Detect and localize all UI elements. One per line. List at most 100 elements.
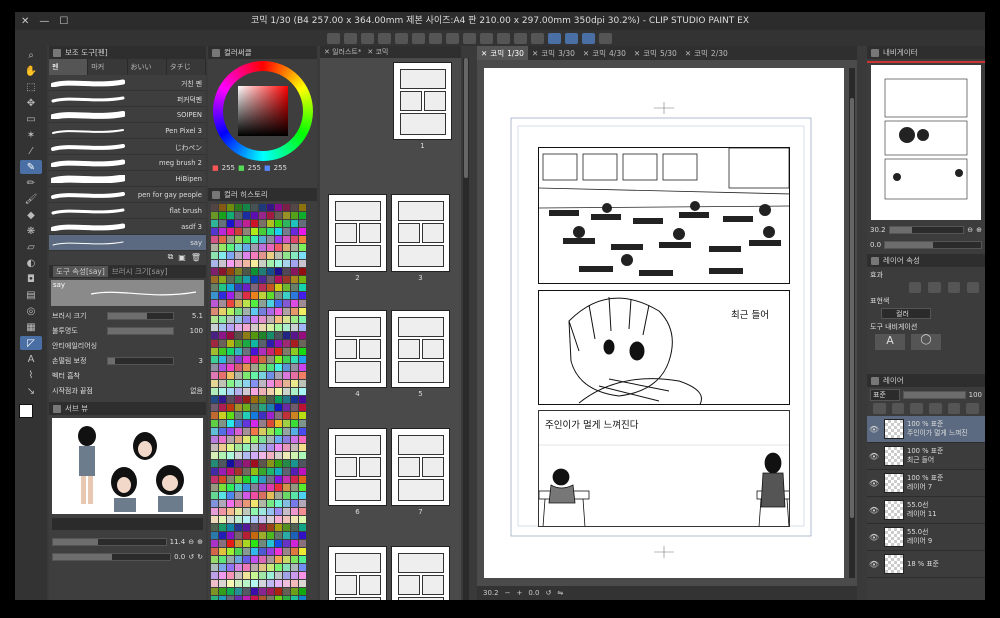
color-swatch-cell[interactable] (219, 340, 226, 347)
color-swatch-cell[interactable] (259, 412, 266, 419)
color-swatch-cell[interactable] (267, 300, 274, 307)
manga-page[interactable]: 최근 들어 주인이가 멀게 느껴진다 (484, 68, 844, 578)
color-swatch-cell[interactable] (243, 500, 250, 507)
color-swatch-cell[interactable] (299, 324, 306, 331)
color-swatch-cell[interactable] (275, 268, 282, 275)
new-vector-layer-icon[interactable] (891, 403, 905, 414)
color-swatch-cell[interactable] (251, 284, 258, 291)
color-swatch-cell[interactable] (243, 220, 250, 227)
color-swatch-cell[interactable] (283, 332, 290, 339)
color-swatch-cell[interactable] (211, 516, 218, 523)
color-swatch-cell[interactable] (283, 540, 290, 547)
color-swatch-cell[interactable] (251, 300, 258, 307)
color-swatch-cell[interactable] (251, 556, 258, 563)
color-swatch-cell[interactable] (275, 500, 282, 507)
color-swatch-cell[interactable] (243, 460, 250, 467)
color-swatch-cell[interactable] (275, 556, 282, 563)
color-swatch-cell[interactable] (267, 548, 274, 555)
color-swatch-cell[interactable] (227, 540, 234, 547)
snap-special-ruler-icon[interactable] (565, 32, 578, 44)
color-swatch-cell[interactable] (251, 340, 258, 347)
color-swatch-cell[interactable] (299, 532, 306, 539)
color-swatch-cell[interactable] (219, 572, 226, 579)
blend-icon[interactable]: ◐ (20, 256, 42, 270)
color-swatch-cell[interactable] (275, 436, 282, 443)
color-swatch-cell[interactable] (267, 532, 274, 539)
color-swatch-cell[interactable] (251, 316, 258, 323)
rotate-left-icon[interactable]: ↺ (188, 553, 194, 561)
color-swatch-cell[interactable] (243, 452, 250, 459)
color-swatch-cell[interactable] (243, 324, 250, 331)
color-swatch-cell[interactable] (267, 524, 274, 531)
color-swatch-cell[interactable] (299, 276, 306, 283)
page-thumbnail[interactable] (328, 310, 387, 388)
color-swatch-cell[interactable] (243, 524, 250, 531)
color-swatch-cell[interactable] (227, 564, 234, 571)
color-swatch-cell[interactable] (235, 588, 242, 595)
color-swatch-cell[interactable] (299, 468, 306, 475)
color-swatch-cell[interactable] (299, 516, 306, 523)
color-swatch-cell[interactable] (235, 484, 242, 491)
color-swatch-cell[interactable] (283, 532, 290, 539)
color-swatch-cell[interactable] (267, 564, 274, 571)
color-swatch-cell[interactable] (219, 308, 226, 315)
tone-effect-icon[interactable] (928, 282, 941, 293)
color-swatch-cell[interactable] (243, 268, 250, 275)
color-swatch-cell[interactable] (211, 476, 218, 483)
color-swatch-cell[interactable] (251, 572, 258, 579)
color-swatch-cell[interactable] (267, 412, 274, 419)
color-swatch-cell[interactable] (291, 556, 298, 563)
color-swatch-cell[interactable] (267, 276, 274, 283)
color-swatch-cell[interactable] (275, 348, 282, 355)
brush-item[interactable]: asdf 3 (49, 219, 206, 235)
color-swatch-cell[interactable] (291, 540, 298, 547)
eye-icon[interactable]: 👁 (867, 479, 881, 488)
color-swatch-cell[interactable] (235, 572, 242, 579)
color-swatch-cell[interactable] (259, 436, 266, 443)
color-swatch-cell[interactable] (251, 596, 258, 600)
color-swatch-cell[interactable] (259, 204, 266, 211)
color-swatch-cell[interactable] (243, 508, 250, 515)
color-swatch-cell[interactable] (283, 292, 290, 299)
color-swatch-cell[interactable] (283, 436, 290, 443)
color-swatch-cell[interactable] (299, 396, 306, 403)
color-swatch-cell[interactable] (227, 500, 234, 507)
color-swatch-cell[interactable] (235, 356, 242, 363)
color-swatch-cell[interactable] (283, 596, 290, 600)
color-swatch-cell[interactable] (243, 292, 250, 299)
color-swatch-cell[interactable] (283, 364, 290, 371)
color-swatch-cell[interactable] (219, 404, 226, 411)
color-swatch-cell[interactable] (291, 572, 298, 579)
color-swatch-cell[interactable] (243, 340, 250, 347)
color-swatch-cell[interactable] (227, 420, 234, 427)
color-swatch-cell[interactable] (219, 364, 226, 371)
speech-text-recently[interactable]: 최근 들어 (731, 307, 769, 321)
color-swatch-cell[interactable] (283, 580, 290, 587)
color-swatch-cell[interactable] (267, 340, 274, 347)
color-swatch-cell[interactable] (259, 588, 266, 595)
color-swatch-cell[interactable] (259, 572, 266, 579)
color-swatch-cell[interactable] (259, 380, 266, 387)
page-thumbnail[interactable] (328, 546, 387, 600)
color-swatch-cell[interactable] (219, 348, 226, 355)
color-swatch-cell[interactable] (219, 516, 226, 523)
color-swatch-cell[interactable] (251, 508, 258, 515)
rotate-reset-icon[interactable]: ↺ (545, 589, 551, 597)
color-swatch-cell[interactable] (283, 588, 290, 595)
color-swatch-cell[interactable] (283, 204, 290, 211)
merge-layer-icon[interactable] (947, 403, 961, 414)
color-swatch-cell[interactable] (283, 460, 290, 467)
color-swatch-cell[interactable] (291, 484, 298, 491)
color-swatch-cell[interactable] (299, 452, 306, 459)
color-swatch-cell[interactable] (219, 284, 226, 291)
color-swatch-cell[interactable] (227, 364, 234, 371)
color-swatch-cell[interactable] (283, 420, 290, 427)
invert-icon[interactable] (531, 32, 544, 44)
color-swatch-cell[interactable] (291, 468, 298, 475)
color-swatch-cell[interactable] (251, 244, 258, 251)
color-swatch-cell[interactable] (211, 524, 218, 531)
color-swatch-cell[interactable] (291, 404, 298, 411)
color-swatch-cell[interactable] (211, 356, 218, 363)
color-swatch-cell[interactable] (283, 380, 290, 387)
color-swatch-cell[interactable] (227, 428, 234, 435)
